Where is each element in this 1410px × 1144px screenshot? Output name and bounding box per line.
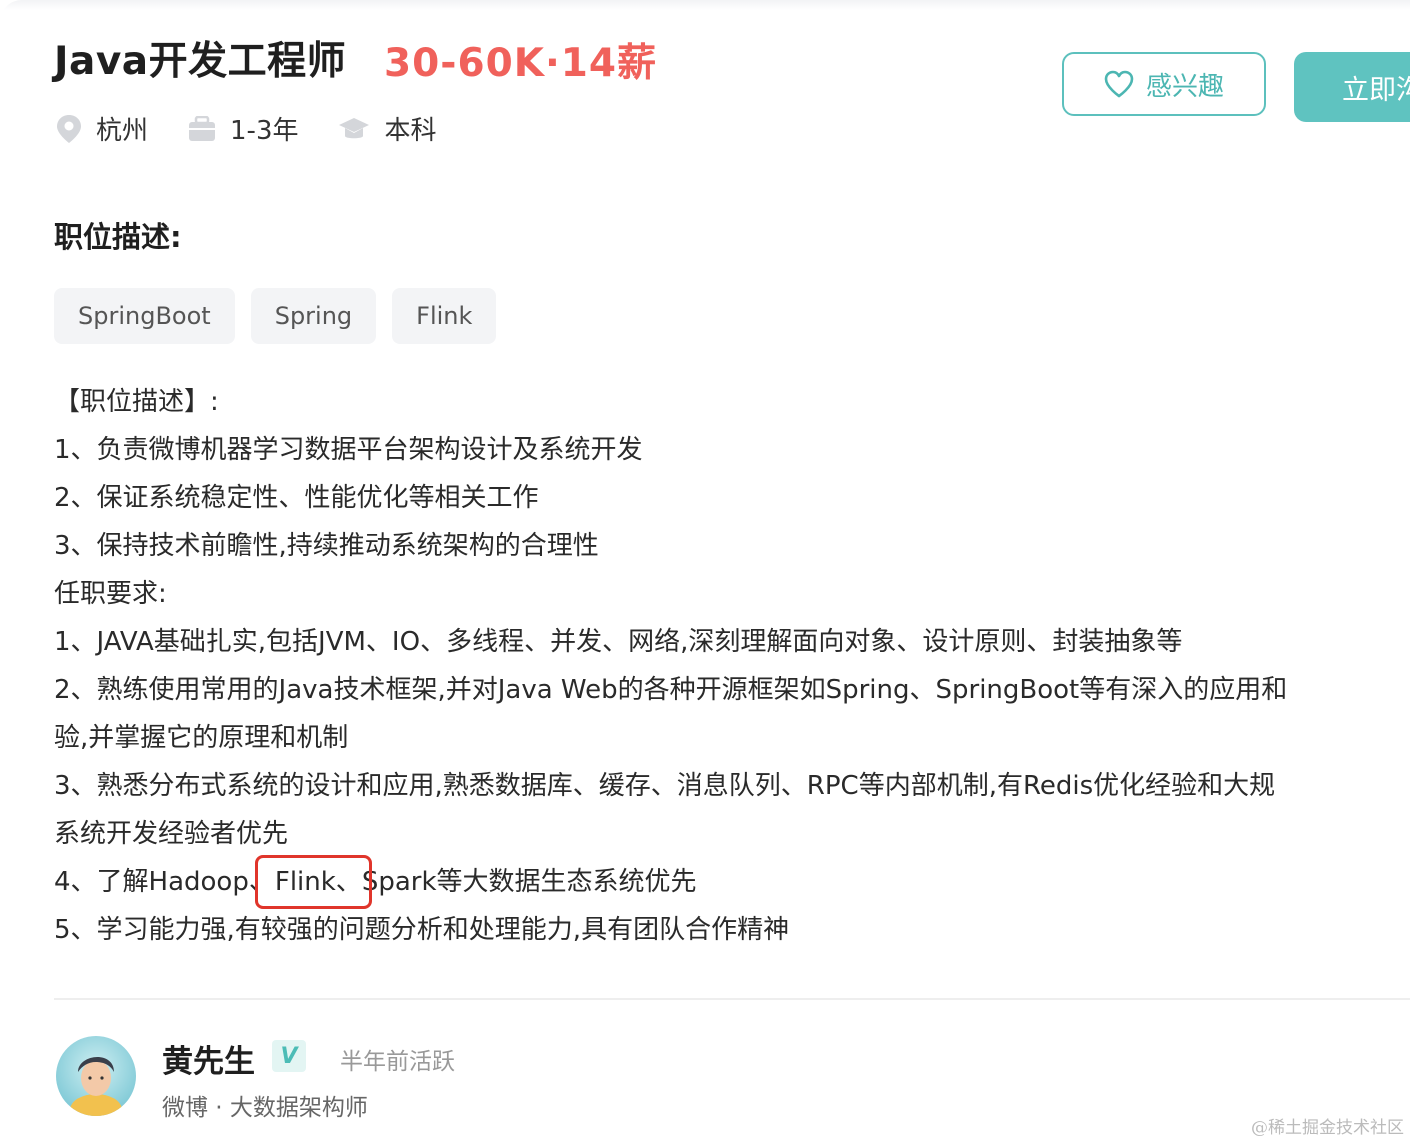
graduation-cap-icon bbox=[339, 117, 370, 138]
location-text: 杭州 bbox=[96, 116, 149, 146]
briefcase-icon bbox=[189, 115, 216, 141]
description-line-highlighted: 4、了解Hadoop、Flink、 Spark等大数据生态系统优先 bbox=[54, 855, 1410, 909]
heart-icon bbox=[1104, 70, 1134, 98]
salary: 30-60K·14薪 bbox=[384, 41, 658, 86]
description-line: 5、学习能力强,有较强的问题分析和处理能力,具有团队合作精神 bbox=[54, 915, 790, 945]
skill-tag[interactable]: Spring bbox=[250, 288, 377, 344]
description-line: 1、JAVA基础扎实,包括JVM、IO、多线程、并发、网络,深刻理解面向对象、设… bbox=[54, 627, 1183, 657]
experience-text: 1-3年 bbox=[230, 116, 299, 146]
skill-tags: SpringBoot Spring Flink bbox=[54, 288, 512, 344]
avatar-image bbox=[56, 1036, 136, 1116]
description-line: 2、熟练使用常用的Java技术框架,并对Java Web的各种开源框架如Spri… bbox=[54, 675, 1288, 705]
line4-suffix: Spark等大数据生态系统优先 bbox=[361, 867, 697, 897]
location-pin-icon bbox=[57, 114, 81, 143]
meta-education: 本科 bbox=[338, 110, 437, 147]
top-edge bbox=[0, 0, 1410, 10]
description-line: 验,并掌握它的原理和机制 bbox=[54, 723, 349, 753]
verified-badge-icon: V bbox=[272, 1040, 306, 1072]
meta-location: 杭州 bbox=[56, 110, 148, 147]
interest-button[interactable]: 感兴趣 bbox=[1062, 52, 1266, 116]
description-line: 3、保持技术前瞻性,持续推动系统架构的合理性 bbox=[54, 531, 599, 561]
divider bbox=[54, 998, 1410, 1000]
highlight-text: Flink、 bbox=[274, 867, 362, 897]
description-line: 【职位描述】: bbox=[54, 387, 219, 417]
interest-label: 感兴趣 bbox=[1145, 71, 1224, 102]
skill-tag[interactable]: Flink bbox=[392, 288, 497, 344]
meta-experience: 1-3年 bbox=[188, 110, 298, 147]
description-line: 系统开发经验者优先 bbox=[54, 819, 289, 849]
section-title: 职位描述: bbox=[54, 220, 182, 254]
description-line: 3、熟悉分布式系统的设计和应用,熟悉数据库、缓存、消息队列、RPC等内部机制,有… bbox=[54, 771, 1276, 801]
description-line: 1、负责微博机器学习数据平台架构设计及系统开发 bbox=[54, 435, 643, 465]
job-meta: 杭州 1-3年 本科 bbox=[56, 110, 477, 147]
job-detail-page: Java开发工程师 30-60K·14薪 杭州 1-3年 本科 感兴趣 立即沟 … bbox=[0, 0, 1410, 1144]
line4-prefix: 4、了解Hadoop、 bbox=[54, 867, 275, 897]
description-line: 2、保证系统稳定性、性能优化等相关工作 bbox=[54, 483, 539, 513]
recruiter-role: 微博 · 大数据架构师 bbox=[162, 1095, 368, 1121]
recruiter-avatar[interactable] bbox=[56, 1036, 136, 1116]
flink-highlight: Flink、 bbox=[254, 855, 372, 909]
watermark: @稀土掘金技术社区 bbox=[1251, 1118, 1404, 1138]
description-line: 任职要求: bbox=[54, 579, 167, 609]
job-title: Java开发工程师 bbox=[54, 39, 347, 84]
education-text: 本科 bbox=[384, 116, 437, 146]
job-description: 【职位描述】: 1、负责微博机器学习数据平台架构设计及系统开发 2、保证系统稳定… bbox=[54, 378, 1410, 954]
skill-tag[interactable]: SpringBoot bbox=[54, 288, 235, 344]
apply-button[interactable]: 立即沟 bbox=[1294, 52, 1410, 122]
recruiter-name: 黄先生 bbox=[162, 1044, 255, 1080]
active-status: 半年前活跃 bbox=[340, 1049, 455, 1075]
